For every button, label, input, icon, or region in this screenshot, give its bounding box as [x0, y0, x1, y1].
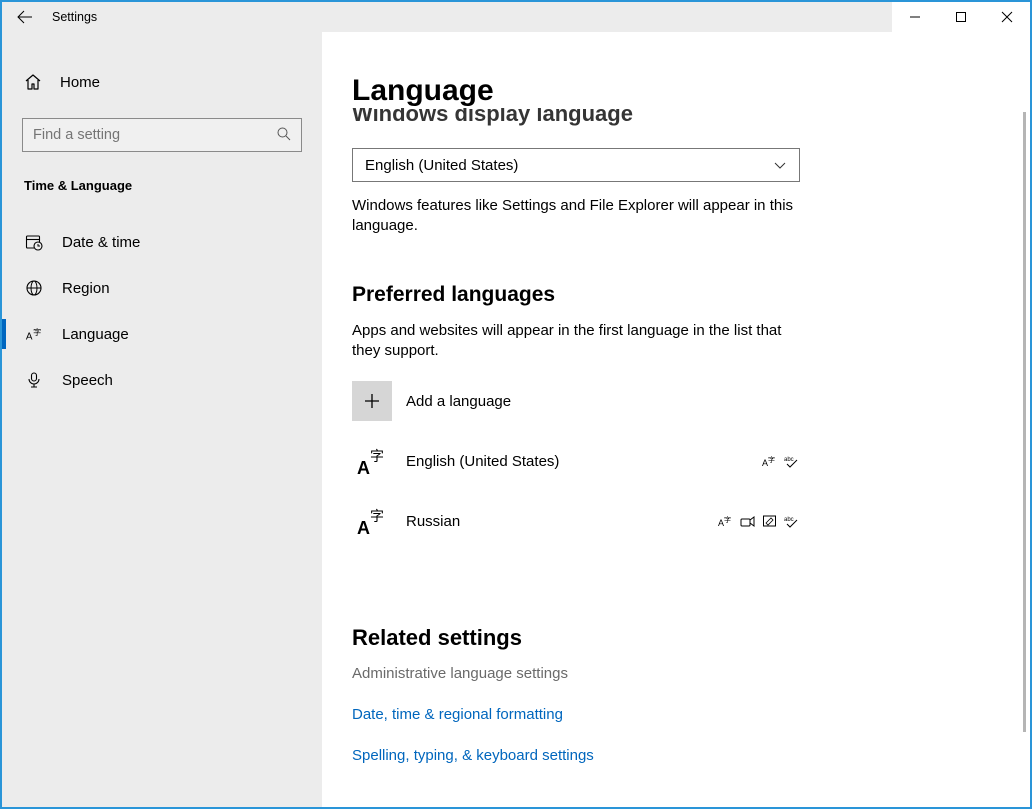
svg-text:abc: abc: [784, 457, 794, 463]
svg-text:字: 字: [33, 327, 41, 337]
search-container: [22, 118, 302, 152]
spellcheck-icon: abc: [784, 514, 800, 528]
date-time-regional-link[interactable]: Date, time & regional formatting: [352, 706, 1000, 723]
close-icon: [1001, 11, 1013, 23]
language-feature-icons: A字 abc: [762, 454, 800, 468]
sidebar-item-speech[interactable]: Speech: [2, 357, 322, 403]
language-name: Russian: [406, 513, 718, 530]
sidebar: Home Time & Language Date & time: [2, 32, 322, 807]
language-glyph-icon: A字: [352, 501, 392, 541]
svg-text:字: 字: [768, 455, 775, 464]
main-content: Language Windows display language Englis…: [322, 32, 1030, 807]
window-body: Home Time & Language Date & time: [2, 32, 1030, 807]
sidebar-item-label: Region: [62, 280, 110, 297]
display-language-description: Windows features like Settings and File …: [352, 196, 812, 237]
microphone-icon: [24, 370, 44, 390]
svg-text:字: 字: [370, 448, 384, 464]
handwriting-icon: [762, 514, 778, 528]
svg-text:字: 字: [724, 515, 731, 524]
display-pack-icon: A字: [762, 454, 778, 468]
text-to-speech-icon: [740, 514, 756, 528]
globe-icon: [24, 278, 44, 298]
page-title: Language: [352, 74, 1000, 108]
svg-text:A: A: [357, 458, 370, 478]
window-title: Settings: [52, 10, 97, 24]
display-language-heading: Windows display language: [352, 108, 633, 127]
arrow-left-icon: [17, 9, 33, 25]
spellcheck-icon: abc: [784, 454, 800, 468]
svg-text:A: A: [26, 331, 33, 342]
preferred-languages-heading: Preferred languages: [352, 283, 1000, 307]
sidebar-item-label: Language: [62, 326, 129, 343]
language-icon: A字: [24, 324, 44, 344]
minimize-icon: [909, 11, 921, 23]
display-heading-cut: Windows display language: [352, 108, 1000, 132]
display-pack-icon: A字: [718, 514, 734, 528]
svg-text:字: 字: [370, 508, 384, 524]
minimize-button[interactable]: [892, 2, 938, 32]
language-item[interactable]: A字 Russian A字 abc: [352, 501, 800, 541]
display-language-dropdown[interactable]: English (United States): [352, 148, 800, 182]
search-icon: [276, 126, 292, 142]
svg-text:A: A: [357, 518, 370, 538]
main-inner: Language Windows display language Englis…: [322, 74, 1030, 764]
title-bar: Settings: [2, 2, 1030, 32]
administrative-language-link[interactable]: Administrative language settings: [352, 665, 1000, 682]
close-button[interactable]: [984, 2, 1030, 32]
sidebar-item-label: Date & time: [62, 234, 140, 251]
add-language-button[interactable]: [352, 381, 392, 421]
settings-window: Settings Home: [0, 0, 1032, 809]
sidebar-item-region[interactable]: Region: [2, 265, 322, 311]
scrollbar-thumb[interactable]: [1023, 112, 1026, 732]
search-input[interactable]: [22, 118, 302, 152]
chevron-down-icon: [773, 158, 787, 172]
window-controls: [892, 2, 1030, 32]
spelling-typing-keyboard-link[interactable]: Spelling, typing, & keyboard settings: [352, 747, 1000, 764]
sidebar-category: Time & Language: [2, 160, 322, 201]
display-language-selected: English (United States): [365, 157, 518, 174]
preferred-languages-description: Apps and websites will appear in the fir…: [352, 321, 812, 362]
calendar-clock-icon: [24, 232, 44, 252]
sidebar-nav: Date & time Region A字 Language: [2, 219, 322, 403]
language-glyph-icon: A字: [352, 441, 392, 481]
sidebar-item-language[interactable]: A字 Language: [2, 311, 322, 357]
home-nav[interactable]: Home: [2, 62, 322, 102]
add-language-row[interactable]: Add a language: [352, 381, 1000, 421]
language-name: English (United States): [406, 453, 762, 470]
maximize-icon: [955, 11, 967, 23]
plus-icon: [362, 391, 382, 411]
home-label: Home: [60, 74, 100, 91]
home-icon: [24, 73, 42, 91]
language-item[interactable]: A字 English (United States) A字 abc: [352, 441, 800, 481]
maximize-button[interactable]: [938, 2, 984, 32]
back-button[interactable]: [2, 2, 48, 32]
language-feature-icons: A字 abc: [718, 514, 800, 528]
add-language-label: Add a language: [406, 393, 511, 410]
related-settings-heading: Related settings: [352, 625, 1000, 651]
sidebar-item-label: Speech: [62, 372, 113, 389]
svg-text:abc: abc: [784, 517, 794, 523]
sidebar-item-date-time[interactable]: Date & time: [2, 219, 322, 265]
